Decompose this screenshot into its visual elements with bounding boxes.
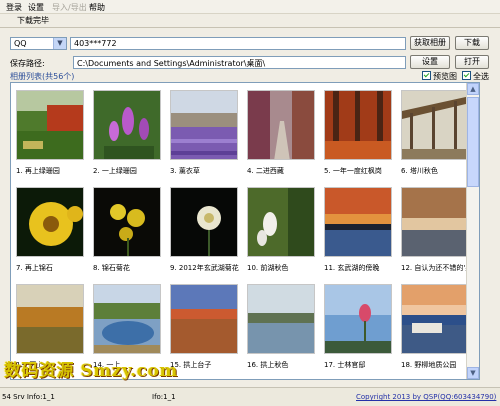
account-input[interactable]: 403***772 <box>70 37 406 50</box>
source-select-value: QQ <box>14 39 27 48</box>
album-thumbnail[interactable] <box>16 284 84 354</box>
album-item[interactable]: 14. 一上 <box>93 284 161 369</box>
album-thumbnail[interactable] <box>93 187 161 257</box>
album-thumbnail[interactable] <box>16 90 84 160</box>
album-item[interactable]: 15. 拱上台子 <box>170 284 238 369</box>
album-thumbnail[interactable] <box>170 284 238 354</box>
scrollbar-thumb[interactable] <box>467 97 479 187</box>
album-thumbnail[interactable] <box>324 90 392 160</box>
album-item[interactable]: 18. 野柳地质公园 <box>401 284 469 369</box>
album-caption: 7. 再上锦石 <box>16 264 53 272</box>
menu-bar: 登录 设置 导入/导出 帮助 <box>0 0 500 14</box>
preview-checkbox-label: 预览图 <box>433 72 457 81</box>
fetch-album-button[interactable]: 获取相册 <box>410 36 450 50</box>
album-caption: 9. 2012年玄武湖菊花 <box>170 264 239 272</box>
album-item[interactable]: 4. 二进西藏 <box>247 90 315 175</box>
album-item[interactable]: 1. 再上绿珊园 <box>16 90 84 175</box>
watermark: 数码资源 Smzy.com <box>4 361 178 381</box>
chevron-down-icon[interactable]: ▼ <box>53 38 66 49</box>
album-item[interactable]: 6. 塔川秋色 <box>401 90 469 175</box>
album-thumbnail[interactable] <box>93 284 161 354</box>
save-path-value: C:\Documents and Settings\Administrator\… <box>77 59 266 68</box>
source-select[interactable]: QQ ▼ <box>10 37 67 50</box>
album-thumbnail[interactable] <box>16 187 84 257</box>
album-thumbnail[interactable] <box>247 187 315 257</box>
open-button[interactable]: 打开 <box>455 55 489 69</box>
status-bar: 54 Srv Info:1_1 Ifo:1_1 Copyright 2013 b… <box>0 387 500 406</box>
album-item[interactable]: 10. 前湖秋色 <box>247 187 315 272</box>
save-path-label: 保存路径: <box>10 59 45 68</box>
album-item[interactable]: 16. 拱上秋色 <box>247 284 315 369</box>
account-input-value: 403***772 <box>74 39 117 48</box>
status-message: 下载完毕 <box>17 16 49 25</box>
checkbox-checked-icon <box>422 71 431 80</box>
album-caption: 17. 士林官邸 <box>324 361 366 369</box>
save-path-input[interactable]: C:\Documents and Settings\Administrator\… <box>73 56 406 69</box>
album-item[interactable]: 3. 薰衣草 <box>170 90 238 175</box>
menu-help[interactable]: 帮助 <box>89 2 105 13</box>
album-caption: 8. 锦石菊花 <box>93 264 130 272</box>
album-item[interactable]: 2. 一上绿珊园 <box>93 90 161 175</box>
album-thumbnail[interactable] <box>170 90 238 160</box>
album-thumbnail[interactable] <box>401 90 469 160</box>
album-item[interactable]: 5. 一年一度红枫岗 <box>324 90 392 175</box>
settings-button[interactable]: 设置 <box>410 55 450 69</box>
album-caption: 16. 拱上秋色 <box>247 361 289 369</box>
checkbox-checked-icon <box>462 71 471 80</box>
album-thumbnail[interactable] <box>170 187 238 257</box>
album-item[interactable]: 11. 玄武湖的傍晚 <box>324 187 392 272</box>
album-list-panel: 1. 再上绿珊园 2. 一上绿珊园 3. 薰衣草 4. 二进西藏 5. 一年一度… <box>10 82 480 380</box>
arrow-down-icon[interactable]: ▼ <box>467 367 479 379</box>
album-caption: 2. 一上绿珊园 <box>93 167 137 175</box>
album-thumbnail[interactable] <box>93 90 161 160</box>
copyright-link[interactable]: Copyright 2013 by QSP(QQ:603434790) <box>356 393 496 401</box>
album-list-label: 相册列表(共56个) <box>10 72 75 81</box>
select-all-checkbox[interactable]: 全选 <box>462 71 489 82</box>
menu-settings[interactable]: 设置 <box>28 2 44 13</box>
album-item[interactable]: 7. 再上锦石 <box>16 187 84 272</box>
album-thumbnail[interactable] <box>324 284 392 354</box>
album-caption: 3. 薰衣草 <box>170 167 200 175</box>
album-caption: 4. 二进西藏 <box>247 167 284 175</box>
album-caption: 1. 再上绿珊园 <box>16 167 60 175</box>
download-button[interactable]: 下载 <box>455 36 489 50</box>
album-caption: 15. 拱上台子 <box>170 361 212 369</box>
album-caption: 11. 玄武湖的傍晚 <box>324 264 380 272</box>
album-item[interactable]: 12. 自认为还不错的'果 <box>401 187 472 272</box>
album-thumbnail[interactable] <box>247 90 315 160</box>
album-thumbnail[interactable] <box>401 187 469 257</box>
album-item[interactable]: 8. 锦石菊花 <box>93 187 161 272</box>
album-item[interactable]: 13. 再上 <box>16 284 84 369</box>
album-thumbnail[interactable] <box>247 284 315 354</box>
arrow-up-icon[interactable]: ▲ <box>467 83 479 95</box>
divider <box>0 27 500 28</box>
album-item[interactable]: 17. 士林官邸 <box>324 284 392 369</box>
vertical-scrollbar[interactable]: ▲ ▼ <box>466 83 479 379</box>
menu-login[interactable]: 登录 <box>6 2 22 13</box>
album-grid: 1. 再上绿珊园 2. 一上绿珊园 3. 薰衣草 4. 二进西藏 5. 一年一度… <box>11 83 472 379</box>
status-info: Ifo:1_1 <box>152 393 176 401</box>
album-thumbnail[interactable] <box>401 284 469 354</box>
album-caption: 5. 一年一度红枫岗 <box>324 167 382 175</box>
select-all-checkbox-label: 全选 <box>473 72 489 81</box>
album-caption: 10. 前湖秋色 <box>247 264 289 272</box>
menu-import-export[interactable]: 导入/导出 <box>52 2 87 13</box>
album-thumbnail[interactable] <box>324 187 392 257</box>
status-server-info: 54 Srv Info:1_1 <box>2 393 55 401</box>
preview-checkbox[interactable]: 预览图 <box>422 71 457 82</box>
album-item[interactable]: 9. 2012年玄武湖菊花 <box>170 187 239 272</box>
